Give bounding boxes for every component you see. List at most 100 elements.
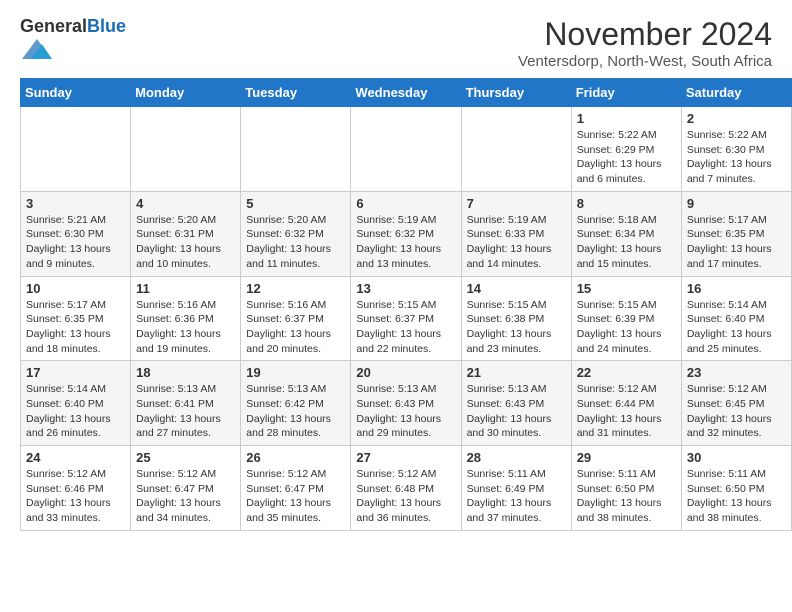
calendar-header: SundayMondayTuesdayWednesdayThursdayFrid… [21,79,792,107]
calendar-cell: 16 Sunrise: 5:14 AM Sunset: 6:40 PM Dayli… [681,276,791,361]
calendar-cell: 20 Sunrise: 5:13 AM Sunset: 6:43 PM Dayli… [351,361,461,446]
day-number: 26 [246,450,345,465]
logo-general: General [20,16,87,36]
day-header-thursday: Thursday [461,79,571,107]
calendar-cell: 29 Sunrise: 5:11 AM Sunset: 6:50 PM Dayli… [571,446,681,531]
calendar-cell: 6 Sunrise: 5:19 AM Sunset: 6:32 PM Daylig… [351,191,461,276]
calendar-cell: 24 Sunrise: 5:12 AM Sunset: 6:46 PM Dayli… [21,446,131,531]
day-number: 9 [687,196,786,211]
day-info: Sunrise: 5:13 AM Sunset: 6:42 PM Dayligh… [246,382,345,441]
day-info: Sunrise: 5:22 AM Sunset: 6:30 PM Dayligh… [687,128,786,187]
day-info: Sunrise: 5:16 AM Sunset: 6:37 PM Dayligh… [246,298,345,357]
calendar-week-4: 17Sunrise: 5:14 AM Sunset: 6:40 PM Dayli… [21,361,792,446]
calendar-cell: 13 Sunrise: 5:15 AM Sunset: 6:37 PM Dayli… [351,276,461,361]
calendar-cell: 10 Sunrise: 5:17 AM Sunset: 6:35 PM Dayli… [21,276,131,361]
day-info: Sunrise: 5:16 AM Sunset: 6:36 PM Dayligh… [136,298,235,357]
day-number: 23 [687,365,786,380]
calendar-cell: 2Sunrise: 5:22 AM Sunset: 6:30 PM Daylig… [681,107,791,192]
logo-blue: Blue [87,16,126,36]
day-info: Sunrise: 5:13 AM Sunset: 6:43 PM Dayligh… [467,382,566,441]
day-number: 24 [26,450,125,465]
calendar-cell: 17Sunrise: 5:14 AM Sunset: 6:40 PM Dayli… [21,361,131,446]
day-header-friday: Friday [571,79,681,107]
calendar-week-3: 10 Sunrise: 5:17 AM Sunset: 6:35 PM Dayli… [21,276,792,361]
day-info: Sunrise: 5:15 AM Sunset: 6:37 PM Dayligh… [356,298,455,357]
calendar-table: SundayMondayTuesdayWednesdayThursdayFrid… [20,78,792,531]
day-info: Sunrise: 5:18 AM Sunset: 6:34 PM Dayligh… [577,213,676,272]
location: Ventersdorp, North-West, South Africa [518,53,772,70]
calendar-cell: 25 Sunrise: 5:12 AM Sunset: 6:47 PM Dayli… [131,446,241,531]
day-number: 13 [356,281,455,296]
calendar-cell: 22Sunrise: 5:12 AM Sunset: 6:44 PM Dayli… [571,361,681,446]
calendar-cell: 5Sunrise: 5:20 AM Sunset: 6:32 PM Daylig… [241,191,351,276]
day-info: Sunrise: 5:15 AM Sunset: 6:38 PM Dayligh… [467,298,566,357]
calendar-cell: 18 Sunrise: 5:13 AM Sunset: 6:41 PM Dayli… [131,361,241,446]
day-number: 25 [136,450,235,465]
day-header-sunday: Sunday [21,79,131,107]
day-info: Sunrise: 5:15 AM Sunset: 6:39 PM Dayligh… [577,298,676,357]
day-number: 30 [687,450,786,465]
title-block: November 2024 Ventersdorp, North-West, S… [518,16,772,70]
calendar-cell: 19Sunrise: 5:13 AM Sunset: 6:42 PM Dayli… [241,361,351,446]
day-info: Sunrise: 5:12 AM Sunset: 6:47 PM Dayligh… [136,467,235,526]
calendar-wrapper: SundayMondayTuesdayWednesdayThursdayFrid… [0,78,792,541]
day-number: 10 [26,281,125,296]
logo: GeneralBlue [20,16,126,66]
day-number: 6 [356,196,455,211]
calendar-week-1: 1 Sunrise: 5:22 AM Sunset: 6:29 PM Daylig… [21,107,792,192]
day-number: 1 [577,111,676,126]
day-info: Sunrise: 5:22 AM Sunset: 6:29 PM Dayligh… [577,128,676,187]
calendar-cell: 3Sunrise: 5:21 AM Sunset: 6:30 PM Daylig… [21,191,131,276]
day-number: 20 [356,365,455,380]
day-info: Sunrise: 5:21 AM Sunset: 6:30 PM Dayligh… [26,213,125,272]
calendar-cell [241,107,351,192]
calendar-cell: 8Sunrise: 5:18 AM Sunset: 6:34 PM Daylig… [571,191,681,276]
day-info: Sunrise: 5:13 AM Sunset: 6:43 PM Dayligh… [356,382,455,441]
day-number: 14 [467,281,566,296]
logo-icon [22,37,52,61]
day-info: Sunrise: 5:20 AM Sunset: 6:32 PM Dayligh… [246,213,345,272]
day-info: Sunrise: 5:17 AM Sunset: 6:35 PM Dayligh… [687,213,786,272]
day-number: 12 [246,281,345,296]
calendar-week-5: 24 Sunrise: 5:12 AM Sunset: 6:46 PM Dayli… [21,446,792,531]
page-header: GeneralBlue November 2024 Ventersdorp, N… [0,0,792,78]
calendar-cell: 15 Sunrise: 5:15 AM Sunset: 6:39 PM Dayli… [571,276,681,361]
day-info: Sunrise: 5:11 AM Sunset: 6:50 PM Dayligh… [577,467,676,526]
calendar-cell: 4 Sunrise: 5:20 AM Sunset: 6:31 PM Daylig… [131,191,241,276]
month-title: November 2024 [518,16,772,53]
calendar-cell: 1 Sunrise: 5:22 AM Sunset: 6:29 PM Daylig… [571,107,681,192]
calendar-cell: 7Sunrise: 5:19 AM Sunset: 6:33 PM Daylig… [461,191,571,276]
calendar-cell [351,107,461,192]
day-info: Sunrise: 5:12 AM Sunset: 6:48 PM Dayligh… [356,467,455,526]
day-number: 18 [136,365,235,380]
day-number: 7 [467,196,566,211]
calendar-cell: 26 Sunrise: 5:12 AM Sunset: 6:47 PM Dayli… [241,446,351,531]
calendar-cell: 23 Sunrise: 5:12 AM Sunset: 6:45 PM Dayli… [681,361,791,446]
day-info: Sunrise: 5:12 AM Sunset: 6:45 PM Dayligh… [687,382,786,441]
day-number: 4 [136,196,235,211]
day-number: 17 [26,365,125,380]
day-info: Sunrise: 5:14 AM Sunset: 6:40 PM Dayligh… [687,298,786,357]
calendar-cell: 27Sunrise: 5:12 AM Sunset: 6:48 PM Dayli… [351,446,461,531]
day-info: Sunrise: 5:11 AM Sunset: 6:50 PM Dayligh… [687,467,786,526]
day-info: Sunrise: 5:19 AM Sunset: 6:32 PM Dayligh… [356,213,455,272]
day-number: 15 [577,281,676,296]
calendar-cell: 14 Sunrise: 5:15 AM Sunset: 6:38 PM Dayli… [461,276,571,361]
calendar-body: 1 Sunrise: 5:22 AM Sunset: 6:29 PM Daylig… [21,107,792,531]
calendar-cell: 30 Sunrise: 5:11 AM Sunset: 6:50 PM Dayli… [681,446,791,531]
day-info: Sunrise: 5:11 AM Sunset: 6:49 PM Dayligh… [467,467,566,526]
calendar-cell [21,107,131,192]
day-info: Sunrise: 5:20 AM Sunset: 6:31 PM Dayligh… [136,213,235,272]
day-info: Sunrise: 5:12 AM Sunset: 6:46 PM Dayligh… [26,467,125,526]
calendar-cell: 9 Sunrise: 5:17 AM Sunset: 6:35 PM Daylig… [681,191,791,276]
calendar-cell: 12 Sunrise: 5:16 AM Sunset: 6:37 PM Dayli… [241,276,351,361]
day-info: Sunrise: 5:17 AM Sunset: 6:35 PM Dayligh… [26,298,125,357]
day-number: 11 [136,281,235,296]
day-info: Sunrise: 5:13 AM Sunset: 6:41 PM Dayligh… [136,382,235,441]
calendar-cell [461,107,571,192]
day-number: 16 [687,281,786,296]
day-number: 21 [467,365,566,380]
day-info: Sunrise: 5:12 AM Sunset: 6:47 PM Dayligh… [246,467,345,526]
day-header-wednesday: Wednesday [351,79,461,107]
day-number: 29 [577,450,676,465]
